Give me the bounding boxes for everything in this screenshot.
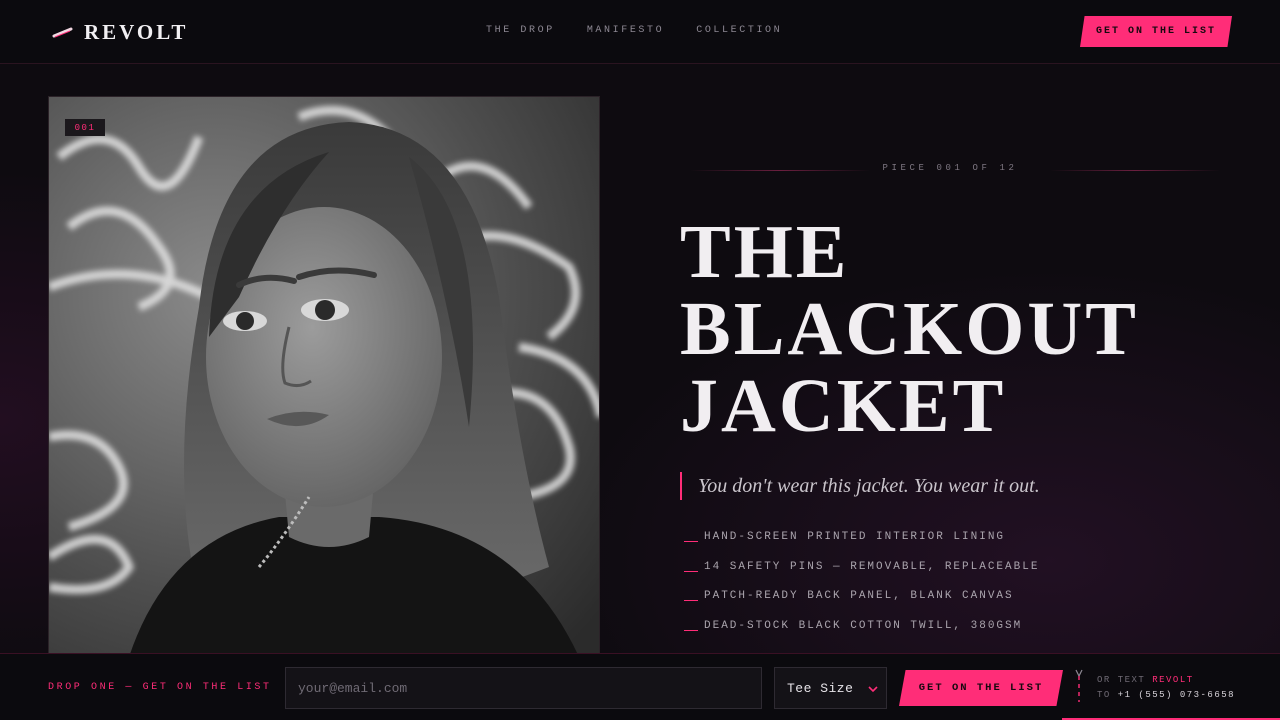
piece-counter-row: PIECE 001 OF 12	[680, 160, 1220, 180]
feature-text: PATCH-READY BACK PANEL, BLANK CANVAS	[704, 590, 1014, 603]
text-signup-info: OR TEXT REVOLT TO +1 (555) 073-6658	[1097, 673, 1235, 703]
nav-the-drop[interactable]: THE DROP	[486, 25, 555, 36]
size-select[interactable]: Tee Size	[774, 667, 887, 709]
phone-number[interactable]: +1 (555) 073-6658	[1118, 690, 1235, 700]
text-line-keyword: OR TEXT REVOLT	[1097, 673, 1235, 688]
dash-icon	[684, 541, 698, 542]
hero-photo: 001	[48, 96, 600, 656]
dash-icon	[684, 570, 698, 572]
photo-number-tag: 001	[65, 119, 105, 136]
signup-bar: DROP ONE — GET ON THE LIST Tee Size GET …	[0, 653, 1280, 720]
header-get-on-list-button[interactable]: GET ON THE LIST	[1080, 16, 1232, 47]
product-title: THE BLACKOUT JACKET	[680, 214, 1260, 445]
feature-text: HAND-SCREEN PRINTED INTERIOR LINING	[704, 531, 1006, 543]
main-nav: THE DROP MANIFESTO COLLECTION	[486, 25, 782, 36]
title-line: THE	[680, 210, 850, 294]
site-header: REVOLT THE DROP MANIFESTO COLLECTION GET…	[0, 0, 1280, 64]
feature-text: DEAD-STOCK BLACK COTTON TWILL, 380GSM	[704, 619, 1023, 632]
text-prefix: OR TEXT	[1097, 675, 1146, 685]
text-to: TO	[1097, 690, 1111, 700]
title-line: JACKET	[680, 364, 1007, 448]
title-line: BLACKOUT	[680, 287, 1139, 371]
feature-item: DEAD-STOCK BLACK COTTON TWILL, 380GSM	[684, 620, 1039, 650]
dash-icon	[684, 600, 698, 602]
email-input[interactable]	[285, 667, 762, 709]
safety-pin-icon	[52, 27, 73, 38]
size-select-value: Tee Size	[787, 680, 854, 696]
feature-item: PATCH-READY BACK PANEL, BLANK CANVAS	[684, 590, 1039, 620]
feature-item: 14 SAFETY PINS — REMOVABLE, REPLACEABLE	[684, 561, 1039, 591]
product-tagline: You don't wear this jacket. You wear it …	[680, 472, 1040, 500]
chevron-down-icon	[868, 686, 878, 693]
zipper-icon	[1075, 669, 1083, 702]
portrait-image	[49, 97, 599, 655]
nav-manifesto[interactable]: MANIFESTO	[587, 25, 664, 36]
signup-label: DROP ONE — GET ON THE LIST	[48, 682, 272, 693]
dash-icon	[684, 629, 698, 631]
signup-submit-button[interactable]: GET ON THE LIST	[899, 670, 1063, 706]
feature-text: 14 SAFETY PINS — REMOVABLE, REPLACEABLE	[704, 560, 1040, 573]
nav-collection[interactable]: COLLECTION	[696, 25, 782, 36]
text-line-phone: TO +1 (555) 073-6658	[1097, 688, 1235, 703]
text-keyword: REVOLT	[1152, 675, 1194, 685]
feature-item: HAND-SCREEN PRINTED INTERIOR LINING	[684, 531, 1039, 561]
piece-counter: PIECE 001 OF 12	[882, 163, 1018, 173]
feature-list: HAND-SCREEN PRINTED INTERIOR LINING 14 S…	[684, 531, 1039, 649]
brand-name: REVOLT	[84, 19, 189, 44]
logo[interactable]: REVOLT	[52, 18, 188, 46]
